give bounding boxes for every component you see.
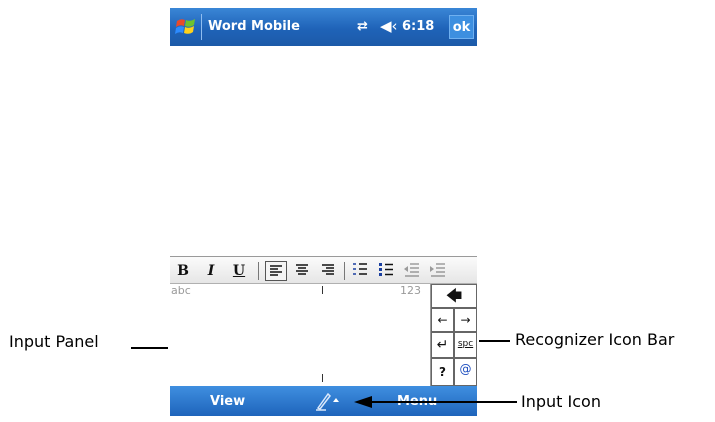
- align-center-icon[interactable]: [291, 261, 313, 281]
- clock[interactable]: 6:18: [402, 19, 434, 34]
- app-title: Word Mobile: [208, 19, 300, 34]
- callout-recognizer-bar: Recognizer Icon Bar: [515, 330, 675, 349]
- speaker-icon[interactable]: ◀‹: [380, 17, 398, 35]
- backspace-key[interactable]: 🡄: [431, 284, 477, 308]
- pocket-pc-screen: Word Mobile ⇄ ◀‹ 6:18 ok B I U abc 123 🡄…: [170, 8, 477, 416]
- title-separator: [201, 14, 202, 40]
- align-left-icon[interactable]: [265, 261, 287, 281]
- numbers-zone-label: 123: [400, 284, 421, 297]
- decrease-indent-icon[interactable]: [401, 261, 423, 281]
- ok-button[interactable]: ok: [449, 15, 474, 39]
- italic-button[interactable]: I: [200, 261, 222, 281]
- title-bar: Word Mobile ⇄ ◀‹ 6:18 ok: [170, 8, 477, 46]
- toolbar-separator: [344, 262, 345, 280]
- bullet-list-icon[interactable]: [375, 261, 397, 281]
- connectivity-icon[interactable]: ⇄: [357, 19, 368, 34]
- input-panel[interactable]: abc 123: [170, 284, 431, 386]
- callout-input-icon: Input Icon: [521, 392, 601, 411]
- view-softkey[interactable]: View: [210, 394, 245, 409]
- numbered-list-icon[interactable]: [349, 261, 371, 281]
- windows-flag-icon[interactable]: [175, 16, 197, 38]
- callout-line-input-panel: [131, 347, 168, 349]
- zone-divider-bottom: [322, 374, 323, 382]
- input-icon[interactable]: [314, 390, 340, 412]
- document-area[interactable]: [170, 46, 477, 256]
- abc-zone-label: abc: [171, 284, 191, 297]
- bold-button[interactable]: B: [172, 261, 194, 281]
- symbols-key[interactable]: @: [454, 358, 477, 386]
- callout-line-recognizer-bar: [479, 340, 510, 342]
- right-arrow-key[interactable]: →: [454, 308, 477, 332]
- enter-key[interactable]: ↵: [431, 332, 454, 358]
- increase-indent-icon[interactable]: [427, 261, 449, 281]
- recognizer-icon-bar: 🡄 ← → ↵ spc ? @: [431, 284, 477, 386]
- toolbar-separator: [258, 262, 259, 280]
- formatting-toolbar: B I U: [170, 256, 477, 284]
- help-key[interactable]: ?: [431, 358, 454, 386]
- left-arrow-key[interactable]: ←: [431, 308, 454, 332]
- align-right-icon[interactable]: [317, 261, 339, 281]
- callout-arrow-input-icon: [354, 396, 517, 408]
- callout-input-panel: Input Panel: [9, 332, 99, 351]
- underline-button[interactable]: U: [228, 261, 250, 281]
- space-key[interactable]: spc: [454, 332, 477, 358]
- zone-divider-top: [322, 286, 323, 294]
